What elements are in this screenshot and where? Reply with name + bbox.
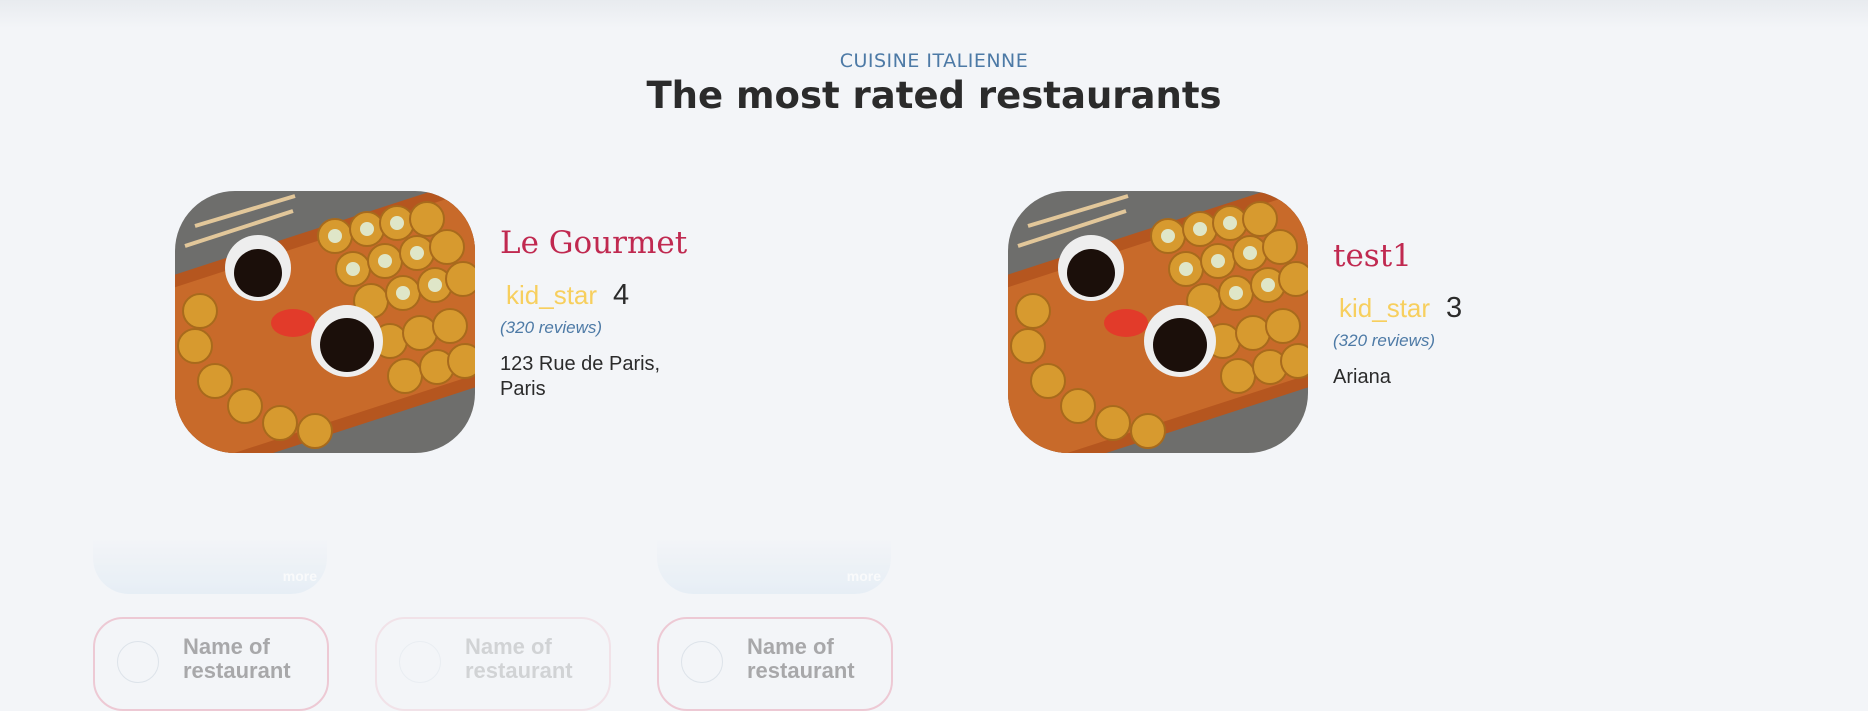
ghost-card-top: more — [93, 540, 327, 594]
ghost-card-label: more — [282, 568, 317, 584]
mini-restaurant-name: Name of restaurant — [747, 634, 855, 683]
mini-restaurant-card[interactable]: Name of restaurant — [93, 617, 329, 711]
restaurant-address: Ariana — [1333, 366, 1391, 389]
restaurant-name[interactable]: test1 — [1333, 238, 1513, 275]
rating-row: kid_star 3 — [1333, 292, 1513, 325]
ghost-card-top: more — [657, 540, 891, 594]
restaurant-info: test1 kid_star 3 (320 reviews) Ariana — [1333, 238, 1513, 390]
section-title: The most rated restaurants — [646, 74, 1222, 117]
review-count: (320 reviews) — [1333, 331, 1436, 351]
restaurant-photo — [175, 191, 475, 453]
restaurant-card[interactable]: Le Gourmet kid_star 4 (320 reviews) 123 … — [175, 191, 735, 453]
restaurant-thumbnail-icon — [399, 641, 441, 683]
mini-restaurant-name: Name of restaurant — [465, 634, 573, 683]
star-icon: kid_star — [506, 280, 598, 311]
ghost-card-label: more — [846, 568, 881, 584]
restaurant-card[interactable]: test1 kid_star 3 (320 reviews) Ariana — [1008, 191, 1568, 453]
top-shadow — [0, 0, 1868, 28]
mini-restaurant-name: Name of restaurant — [183, 634, 291, 683]
rating-value: 3 — [1446, 292, 1463, 325]
section-eyebrow: CUISINE ITALIENNE — [839, 50, 1029, 72]
restaurant-photo — [1008, 191, 1308, 453]
restaurant-thumbnail-icon — [681, 641, 723, 683]
restaurant-thumbnail-icon — [117, 641, 159, 683]
restaurant-info: Le Gourmet kid_star 4 (320 reviews) 123 … — [500, 225, 687, 402]
faded-restaurant-grid: more more Name of restaurant Name of res… — [0, 540, 1868, 711]
restaurant-address: 123 Rue de Paris, Paris — [500, 353, 661, 401]
restaurant-name[interactable]: Le Gourmet — [500, 225, 687, 262]
rating-row: kid_star 4 — [500, 279, 687, 312]
star-icon: kid_star — [1339, 293, 1431, 324]
mini-restaurant-card[interactable]: Name of restaurant — [375, 617, 611, 711]
mini-restaurant-card[interactable]: Name of restaurant — [657, 617, 893, 711]
review-count: (320 reviews) — [500, 318, 603, 338]
rating-value: 4 — [613, 279, 630, 312]
